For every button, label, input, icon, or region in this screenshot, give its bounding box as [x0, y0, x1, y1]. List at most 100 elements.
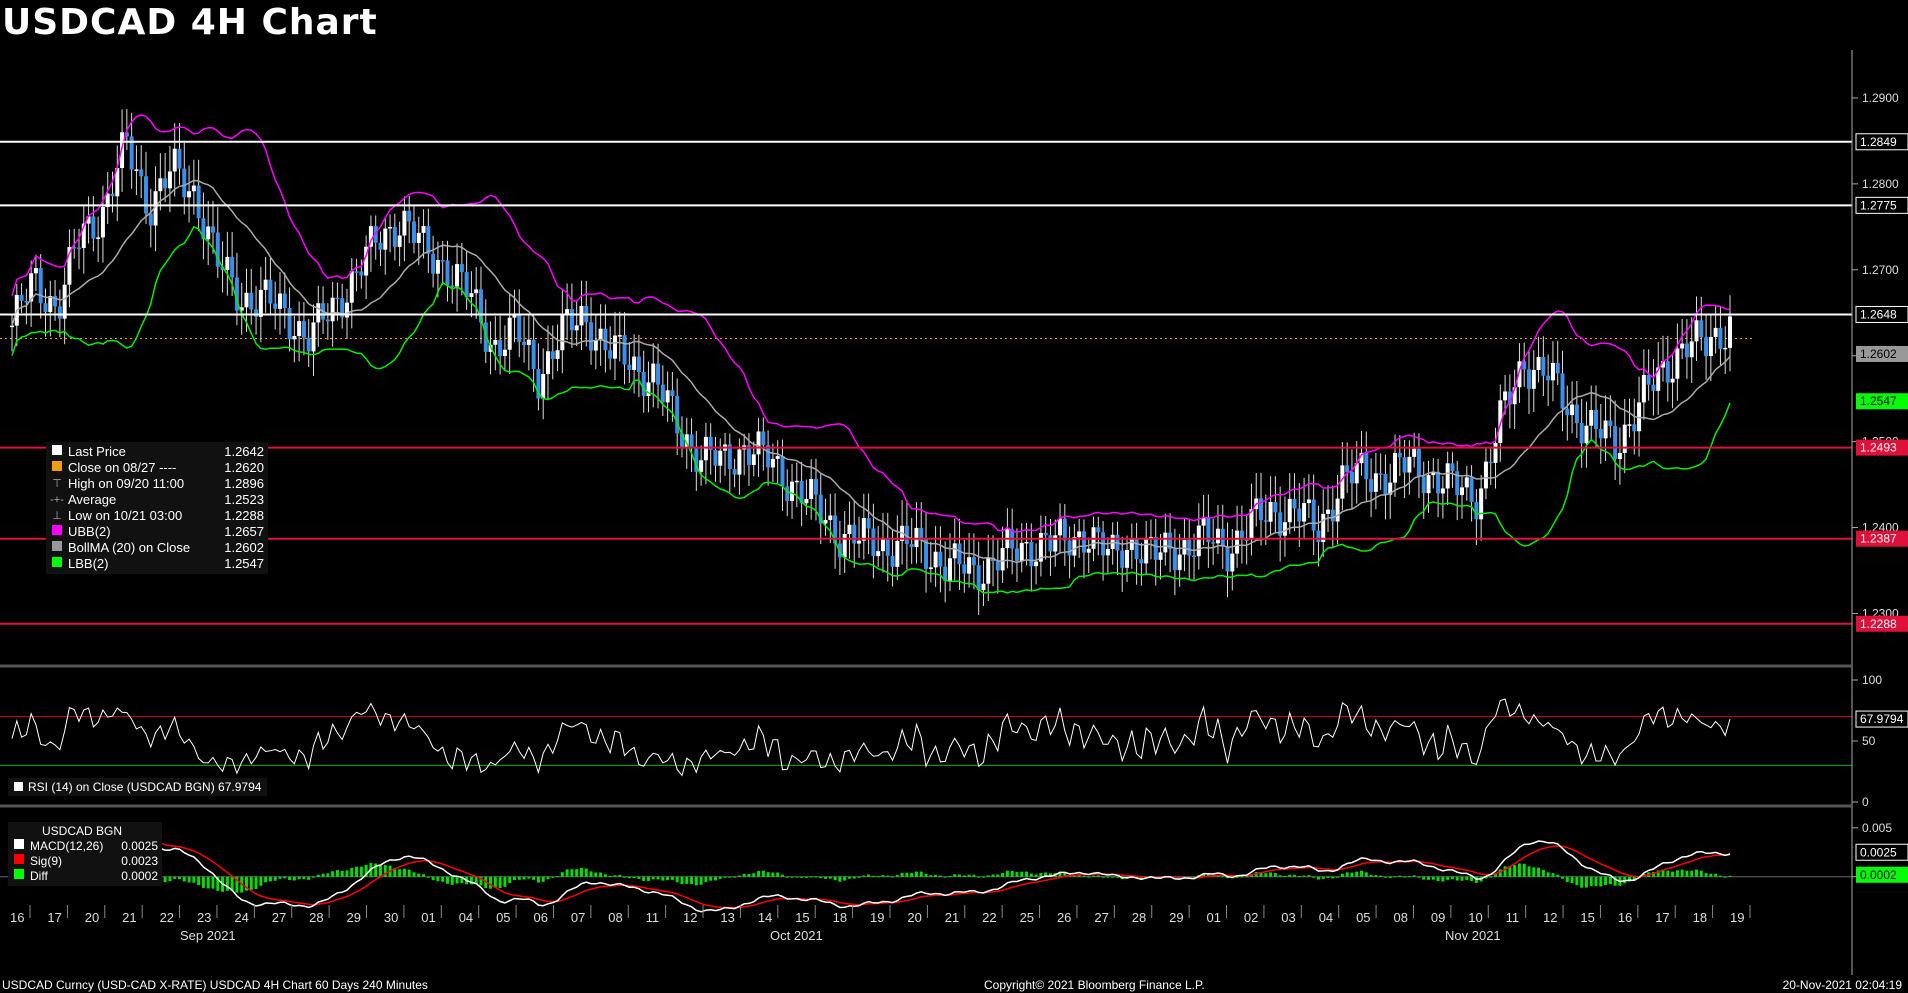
legend-label: BollMA (20) on Close	[68, 540, 191, 555]
macd-diff-bar	[1360, 870, 1364, 877]
macd-diff-bar	[498, 876, 502, 888]
macd-diff-bar	[776, 872, 780, 877]
macd-diff-bar	[1546, 872, 1550, 877]
candle-body	[919, 527, 924, 539]
candle-body	[1436, 471, 1441, 494]
macd-diff-bar	[532, 876, 536, 880]
candle-body	[254, 309, 259, 317]
macd-diff-bar	[1273, 873, 1277, 877]
candle-body	[38, 268, 43, 304]
legend-swatch	[50, 460, 64, 476]
candle-body	[1373, 473, 1378, 492]
macd-diff-bar	[919, 871, 923, 877]
candle-body	[411, 221, 416, 243]
macd-diff-bar	[795, 876, 799, 878]
price-legend-row: Last Price 1.2642	[50, 444, 264, 460]
macd-diff-bar	[862, 875, 866, 877]
macd-diff-bar	[1015, 872, 1019, 877]
candle-body	[297, 321, 302, 337]
candle-body	[608, 350, 613, 359]
candle-body	[1172, 548, 1177, 571]
macd-diff-bar	[1269, 872, 1273, 877]
macd-diff-bar	[359, 866, 363, 877]
candle-body	[1330, 509, 1335, 522]
macd-diff-bar	[182, 876, 186, 882]
x-tick-label: 10	[1468, 910, 1482, 925]
candle-body	[957, 543, 962, 565]
macd-diff-bar	[1537, 867, 1541, 877]
macd-diff-bar	[560, 872, 564, 877]
candle-body	[397, 235, 402, 247]
candle-body	[1570, 404, 1575, 416]
candle-body	[258, 289, 263, 317]
legend-swatch	[50, 556, 64, 572]
candle-body	[177, 148, 182, 169]
macd-diff-bar	[570, 869, 574, 877]
macd-diff-bar	[402, 868, 406, 877]
candle-body	[627, 364, 632, 370]
level-label: 1.2775	[1860, 198, 1897, 212]
macd-diff-bar	[1331, 876, 1335, 879]
x-tick-label: 11	[646, 910, 660, 925]
y-tick-label: 1.2900	[1862, 91, 1899, 105]
candle-body	[1450, 463, 1455, 472]
legend-value: 1.2602	[224, 540, 264, 555]
price-legend-row: BollMA (20) on Close 1.2602	[50, 540, 264, 556]
x-tick-label: 01	[421, 910, 435, 925]
candle-body	[416, 232, 421, 243]
macd-diff-bar	[1240, 876, 1244, 878]
candle-body	[230, 256, 235, 278]
candle-body	[1503, 391, 1508, 401]
candle-body	[1675, 348, 1680, 379]
candle-body	[100, 207, 105, 238]
candle-body	[1105, 548, 1110, 556]
macd-diff-bar	[1388, 876, 1392, 879]
macd-diff-bar	[206, 876, 210, 889]
candle-body	[282, 293, 287, 309]
candle-body	[263, 279, 268, 290]
macd-diff-bar	[335, 870, 339, 877]
candle-body	[933, 551, 938, 568]
x-tick-label: 27	[1094, 910, 1108, 925]
level-label: 1.2387	[1860, 532, 1897, 546]
candle-body	[660, 384, 665, 403]
macd-diff-bar	[1599, 876, 1603, 887]
macd-diff-bar	[627, 876, 631, 879]
x-tick-label: 03	[1281, 910, 1295, 925]
level-label: 1.2493	[1860, 441, 1897, 455]
legend-label: Close on 08/27 ----	[68, 460, 177, 475]
macd-diff-bar	[1446, 876, 1450, 880]
macd-legend-row: MACD(12,26) 0.0025	[12, 839, 158, 854]
candle-body	[464, 272, 469, 298]
candle-body	[1426, 475, 1431, 494]
candle-body	[148, 213, 153, 226]
candle-body	[1421, 476, 1426, 494]
macd-diff-bar	[512, 876, 516, 881]
macd-diff-bar	[900, 872, 904, 877]
x-tick-label: 19	[1730, 910, 1744, 925]
candle-body	[1125, 549, 1130, 568]
macd-diff-bar	[1551, 873, 1555, 877]
candle-body	[316, 303, 321, 323]
macd-diff-bar	[1685, 870, 1689, 877]
candle-body	[947, 558, 952, 581]
x-tick-label: 28	[1132, 910, 1146, 925]
legend-label: UBB(2)	[68, 524, 111, 539]
macd-diff-bar	[1412, 875, 1416, 877]
candle-body	[593, 340, 598, 351]
candle-body	[1460, 487, 1465, 496]
candle-body	[1383, 474, 1388, 495]
macd-diff-bar	[1417, 876, 1421, 878]
bollinger-ma-line	[11, 179, 1731, 564]
y-tick-label: 0.005	[1862, 821, 1892, 835]
candle-body	[756, 431, 761, 455]
candle-body	[450, 285, 455, 287]
macd-marker-label: 0.0025	[1860, 845, 1897, 859]
macd-diff-bar	[1005, 870, 1009, 877]
macd-diff-bar	[608, 875, 612, 877]
macd-diff-bar	[1336, 876, 1340, 878]
macd-diff-bar	[1312, 876, 1316, 878]
x-tick-label: 07	[571, 910, 585, 925]
macd-diff-bar	[819, 876, 823, 879]
macd-diff-bar	[268, 876, 272, 882]
